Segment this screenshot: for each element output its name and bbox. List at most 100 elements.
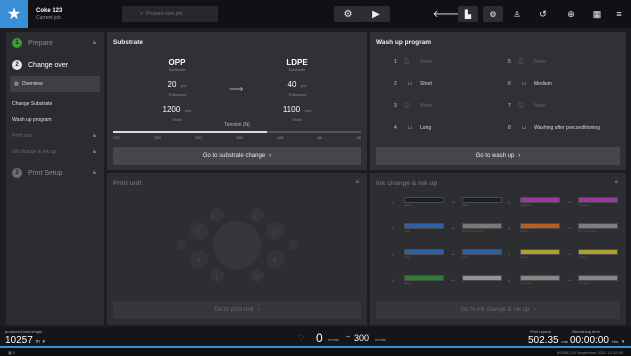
wash-up-panel: Wash up program 1⃠None 2⊔Short 3⃠None 4⊔… — [370, 32, 626, 170]
button-label: Go to ink change & ink up — [460, 307, 530, 313]
print-repeat-value: 502.35 — [528, 335, 559, 346]
person-icon: ♙ — [513, 9, 521, 19]
language-button[interactable]: ⊕ — [562, 6, 580, 22]
play-button[interactable]: ▶ — [362, 6, 390, 22]
ink-to-name: — — [462, 281, 465, 285]
sidebar-group-print-setup[interactable]: 3 Print Setup 🔒︎ — [6, 162, 104, 184]
sidebar-item-label: Overview — [21, 81, 43, 87]
history-button[interactable]: ↺ — [534, 6, 552, 22]
star-logo-icon[interactable]: ★ — [0, 0, 28, 28]
sidebar-item-ink-change[interactable]: Ink change & ink up 🔒︎ — [6, 144, 104, 160]
remaining-time-unit: Hrs. — [611, 339, 620, 344]
sidebar-item-change-substrate[interactable]: Change Substrate — [6, 96, 104, 112]
none-icon: ⃠ — [522, 59, 534, 65]
print-repeat-unit: mm — [561, 339, 569, 344]
ink-from-name: cyan — [404, 255, 411, 259]
ink-row-5: 5 magenta → magenta — [508, 197, 618, 207]
button-label: Go to wash up — [475, 153, 515, 159]
tension-tick: 125 — [236, 135, 243, 140]
tension-tick: 115 — [277, 135, 284, 140]
wash-slot-3: 3⃠None — [394, 103, 432, 109]
width-value: 1200 — [162, 105, 181, 114]
ink-row-4: 4 green → — — [392, 275, 502, 285]
chevron-right-icon: › — [257, 307, 260, 313]
footer-left-value: 0 — [12, 349, 16, 355]
ink-to-name: PANTONE 2425 — [462, 229, 484, 233]
ink-from-name: magenta — [520, 203, 532, 207]
chevron-right-icon: › — [533, 307, 536, 313]
tension-tick: 150 — [154, 135, 161, 140]
thickness-unit: µm — [180, 83, 187, 88]
slot-label: None — [420, 103, 432, 109]
machine-button[interactable]: ▙ — [458, 6, 478, 22]
apps-button[interactable]: ▦ — [588, 6, 606, 22]
wash-slot-7: 7⃠None — [508, 103, 546, 109]
arrow-right-icon: → — [566, 251, 572, 257]
prepare-new-job-button[interactable]: + Prepare new job — [122, 6, 218, 22]
go-to-print-unit-button[interactable]: Go to print unit › — [113, 301, 361, 319]
produced-length-label: produced total length — [5, 329, 43, 334]
sidebar-item-overview[interactable]: ▦ Overview — [10, 76, 100, 92]
operator-button[interactable]: ♙ — [508, 6, 526, 22]
settings-button[interactable]: ⚙ — [334, 6, 362, 22]
sidebar-group-prepare[interactable]: 1 Prepare 🔒︎ — [6, 32, 104, 54]
lock-icon: 🔒︎ — [614, 179, 618, 185]
gear-icon: ⚙ — [343, 8, 353, 20]
step-number: 2 — [12, 60, 22, 70]
sidebar-item-label: Wash up program — [12, 117, 52, 123]
sidebar-item-wash-up-program[interactable]: Wash up program — [6, 112, 104, 128]
ink-slot-number: 8 — [508, 277, 511, 283]
slot-number: 2 — [394, 81, 397, 87]
arrow-right-icon: ⟶ — [229, 84, 244, 95]
ink-slot-number: 5 — [508, 199, 511, 205]
step-number: 3 — [12, 168, 22, 178]
ink-slot-number: 2 — [392, 225, 395, 231]
target-speed-value[interactable]: 300 — [354, 333, 369, 343]
go-to-substrate-change-button[interactable]: Go to substrate change › — [113, 147, 361, 165]
panel-title: Print unit — [113, 180, 142, 187]
menu-button[interactable]: ≡ — [611, 6, 627, 22]
ink-row-2: 2 cyan → PANTONE 2425 — [392, 223, 502, 233]
current-job[interactable]: Coke 123 Current job — [36, 8, 116, 21]
chevron-down-icon: ▾ — [42, 339, 46, 345]
width-unit: mm — [184, 108, 192, 113]
substrate-name: LDPE — [286, 58, 308, 67]
slot-number: 5 — [508, 59, 511, 65]
footer-left: ▦ 0 — [8, 350, 15, 355]
ink-to-name: cyan — [462, 255, 469, 259]
slot-number: 4 — [394, 125, 397, 131]
none-icon: ⃠ — [408, 103, 420, 109]
slot-number: 6 — [508, 81, 511, 87]
produced-length[interactable]: 10257 m ▾ — [5, 335, 45, 346]
status-bar: produced total length 10257 m ▾ ◌ 0 m/mi… — [0, 327, 631, 348]
width-unit: mm — [304, 108, 312, 113]
ink-slot-number: 1 — [392, 199, 395, 205]
substrate-name: OPP — [168, 58, 186, 67]
tub-icon: ⊔ — [522, 81, 526, 87]
remaining-time-label: Remaining time — [572, 329, 600, 334]
ink-change-panel: Ink change & ink up 🔒︎ 1 black → black 2… — [370, 173, 626, 325]
remaining-time[interactable]: 00:00:00 Hrs. ▾ — [570, 335, 624, 346]
sidebar-item-label: Print unit — [12, 133, 32, 139]
wash-slot-1: 1⃠None — [394, 59, 432, 65]
tension-tick: 40 — [356, 135, 361, 140]
sidebar-item-print-unit[interactable]: Print unit 🔒︎ — [6, 128, 104, 144]
substrate-name-label: Substrate — [288, 67, 306, 72]
print-repeat: 502.35 mm — [528, 335, 568, 346]
chevron-down-icon: ▾ — [621, 339, 625, 345]
back-button[interactable]: 🡐 — [433, 6, 460, 22]
tension-bar — [113, 131, 361, 133]
substrate-from: OPP Substrate 20 µm Thickness 1200 mm Wi… — [147, 58, 207, 122]
lock-icon: 🔒︎ — [92, 148, 96, 155]
wash-slot-4: 4 ⊔ Long — [394, 125, 431, 131]
go-to-wash-up-button[interactable]: Go to wash up › — [376, 147, 620, 165]
go-to-ink-change-button[interactable]: Go to ink change & ink up › — [376, 301, 620, 319]
chevron-right-icon: › — [518, 153, 521, 159]
thickness-value: 40 — [287, 80, 297, 89]
sidebar-group-change-over[interactable]: 2 Change over — [6, 54, 104, 76]
job-subtitle: Current job — [36, 14, 61, 21]
footer-datetime: 60358 | 26 September 2022 10:32:55 — [556, 349, 623, 355]
tools-button[interactable]: ⚙ — [483, 6, 503, 22]
current-speed-unit: m/min — [328, 337, 339, 342]
sidebar-item-label: Ink change & ink up — [12, 149, 56, 155]
